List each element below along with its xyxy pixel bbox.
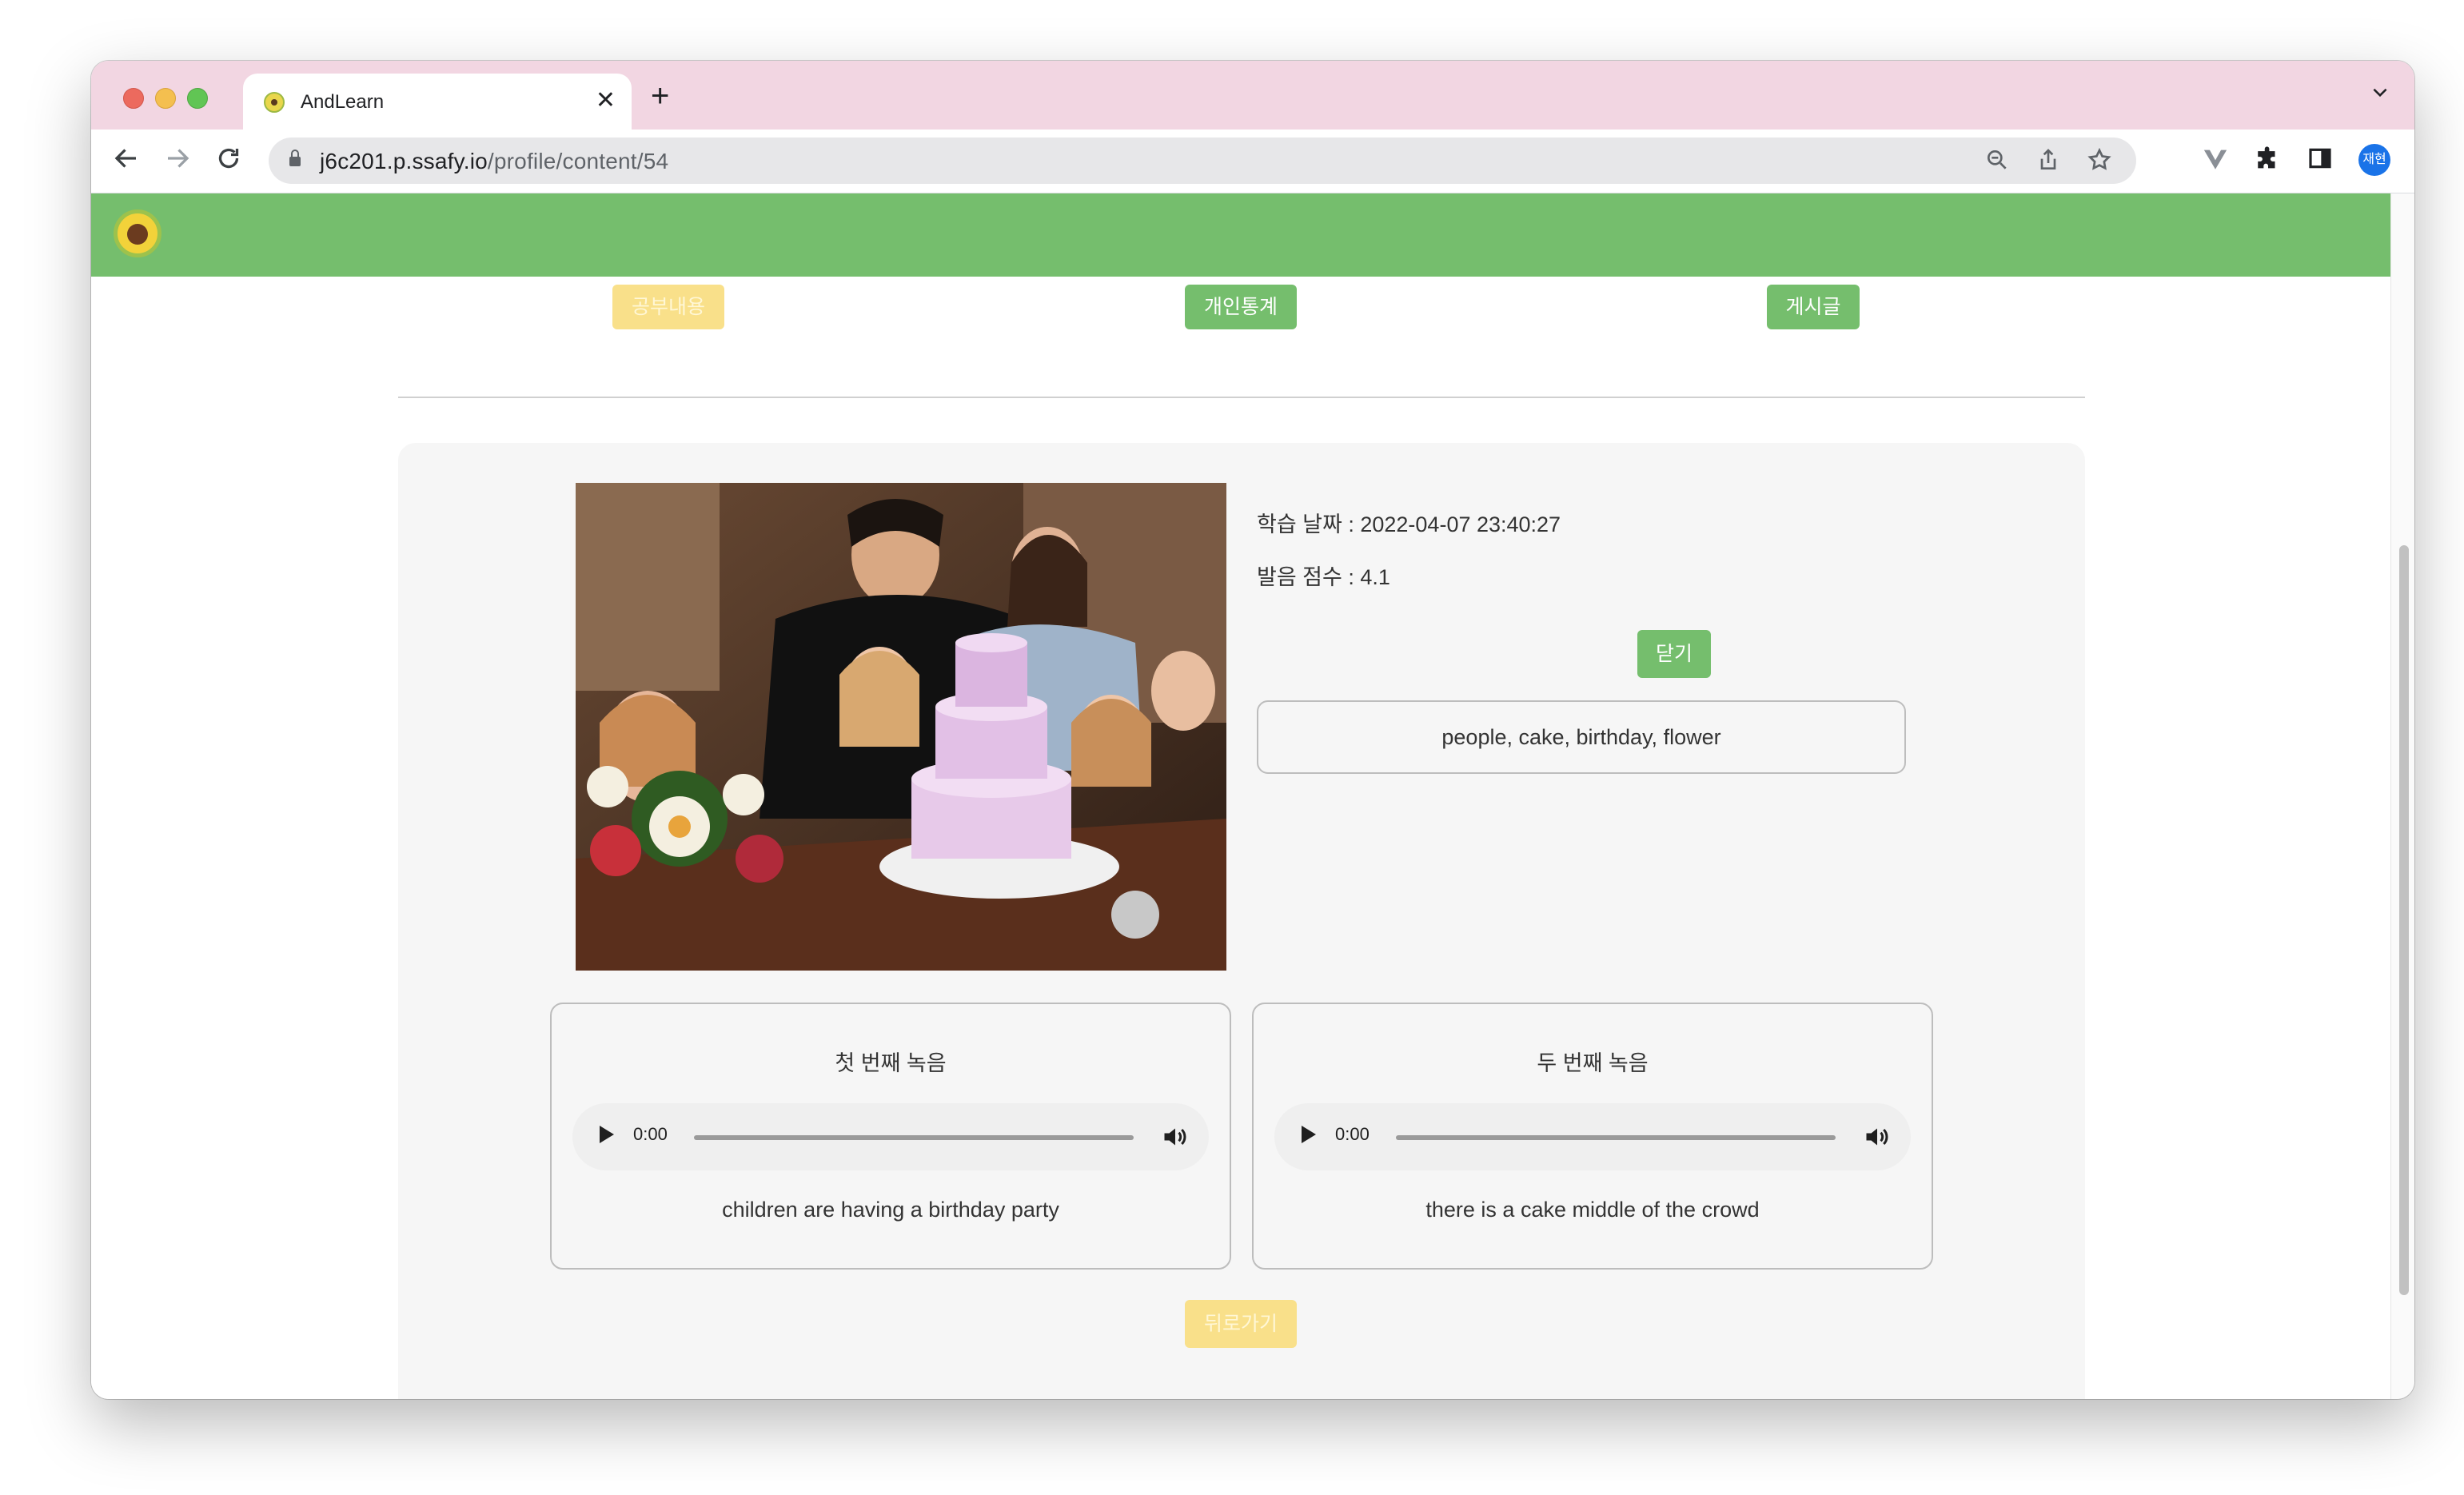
play-icon[interactable] bbox=[1302, 1126, 1316, 1143]
tab-search-icon[interactable] bbox=[2370, 82, 2390, 108]
audio-progress-slider[interactable] bbox=[694, 1135, 1134, 1140]
tab-study-content[interactable]: 공부내용 bbox=[612, 285, 724, 329]
vue-devtools-icon[interactable] bbox=[2202, 146, 2229, 180]
desktop-background: AndLearn ✕ + j6c201.p.ssafy.io/profile/c… bbox=[0, 0, 2464, 1495]
study-detail-card: 학습 날짜 : 2022-04-07 23:40:27 발음 점수 : 4.1 … bbox=[398, 443, 2085, 1399]
share-icon[interactable] bbox=[2035, 147, 2061, 179]
andlearn-favicon-icon bbox=[264, 92, 285, 113]
audio-player[interactable]: 0:00 bbox=[1274, 1103, 1911, 1170]
recording-title: 첫 번째 녹음 bbox=[835, 1051, 947, 1075]
browser-window: AndLearn ✕ + j6c201.p.ssafy.io/profile/c… bbox=[91, 61, 2414, 1399]
recording-transcript: there is a cake middle of the crowd bbox=[1425, 1198, 1760, 1222]
lock-icon[interactable] bbox=[289, 150, 301, 166]
profile-avatar[interactable]: 재현 bbox=[2358, 144, 2390, 176]
recording-title: 두 번째 녹음 bbox=[1537, 1051, 1649, 1075]
study-photo bbox=[576, 483, 1226, 971]
pronunciation-score: 발음 점수 : 4.1 bbox=[1257, 565, 1390, 589]
tab-strip: AndLearn ✕ + bbox=[91, 61, 2414, 130]
site-header bbox=[91, 193, 2390, 277]
star-icon[interactable] bbox=[2087, 147, 2112, 179]
sidepanel-icon[interactable] bbox=[2307, 146, 2333, 178]
close-button[interactable]: 닫기 bbox=[1637, 630, 1711, 678]
minimize-window-button[interactable] bbox=[155, 88, 176, 109]
zoom-icon[interactable] bbox=[1984, 147, 2010, 179]
recording-card-second: 두 번째 녹음 0:00 there is a cake middle of t… bbox=[1252, 1003, 1933, 1270]
forward-icon[interactable] bbox=[163, 144, 192, 180]
audio-time: 0:00 bbox=[1335, 1124, 1370, 1144]
address-bar[interactable]: j6c201.p.ssafy.io/profile/content/54 bbox=[269, 138, 2136, 184]
browser-tab[interactable]: AndLearn ✕ bbox=[243, 74, 632, 130]
recording-transcript: children are having a birthday party bbox=[722, 1198, 1059, 1222]
keywords-box: people, cake, birthday, flower bbox=[1257, 700, 1906, 774]
volume-icon[interactable] bbox=[1161, 1122, 1190, 1151]
zoom-window-button[interactable] bbox=[187, 88, 208, 109]
audio-time: 0:00 bbox=[633, 1124, 668, 1144]
close-window-button[interactable] bbox=[123, 88, 144, 109]
new-tab-icon[interactable]: + bbox=[651, 80, 669, 112]
study-date: 학습 날짜 : 2022-04-07 23:40:27 bbox=[1257, 512, 1561, 536]
andlearn-logo-icon[interactable] bbox=[114, 209, 161, 257]
play-icon[interactable] bbox=[600, 1126, 614, 1143]
scrollbar-thumb[interactable] bbox=[2399, 545, 2409, 1295]
tab-title: AndLearn bbox=[301, 91, 385, 113]
tab-posts[interactable]: 게시글 bbox=[1767, 285, 1860, 329]
back-icon[interactable] bbox=[112, 144, 141, 180]
extensions-icon[interactable] bbox=[2255, 146, 2282, 180]
recording-card-first: 첫 번째 녹음 0:00 children are having a birth… bbox=[550, 1003, 1231, 1270]
volume-icon[interactable] bbox=[1863, 1122, 1892, 1151]
page-viewport: 공부내용 개인통계 게시글 학습 날짜: 2022-04-07 23:40:2… bbox=[91, 193, 2390, 1399]
audio-player[interactable]: 0:00 bbox=[572, 1103, 1209, 1170]
tab-personal-stats[interactable]: 개인통계 bbox=[1185, 285, 1297, 329]
tab-close-icon[interactable]: ✕ bbox=[596, 86, 616, 115]
browser-toolbar: j6c201.p.ssafy.io/profile/content/54 재현 bbox=[91, 130, 2414, 193]
audio-progress-slider[interactable] bbox=[1396, 1135, 1836, 1140]
page-scrollbar[interactable] bbox=[2390, 193, 2414, 1399]
url-text[interactable]: j6c201.p.ssafy.io/profile/content/54 bbox=[320, 149, 668, 174]
reload-icon[interactable] bbox=[214, 144, 243, 180]
back-button[interactable]: 뒤로가기 bbox=[1185, 1300, 1297, 1348]
tab-divider bbox=[398, 397, 2085, 398]
